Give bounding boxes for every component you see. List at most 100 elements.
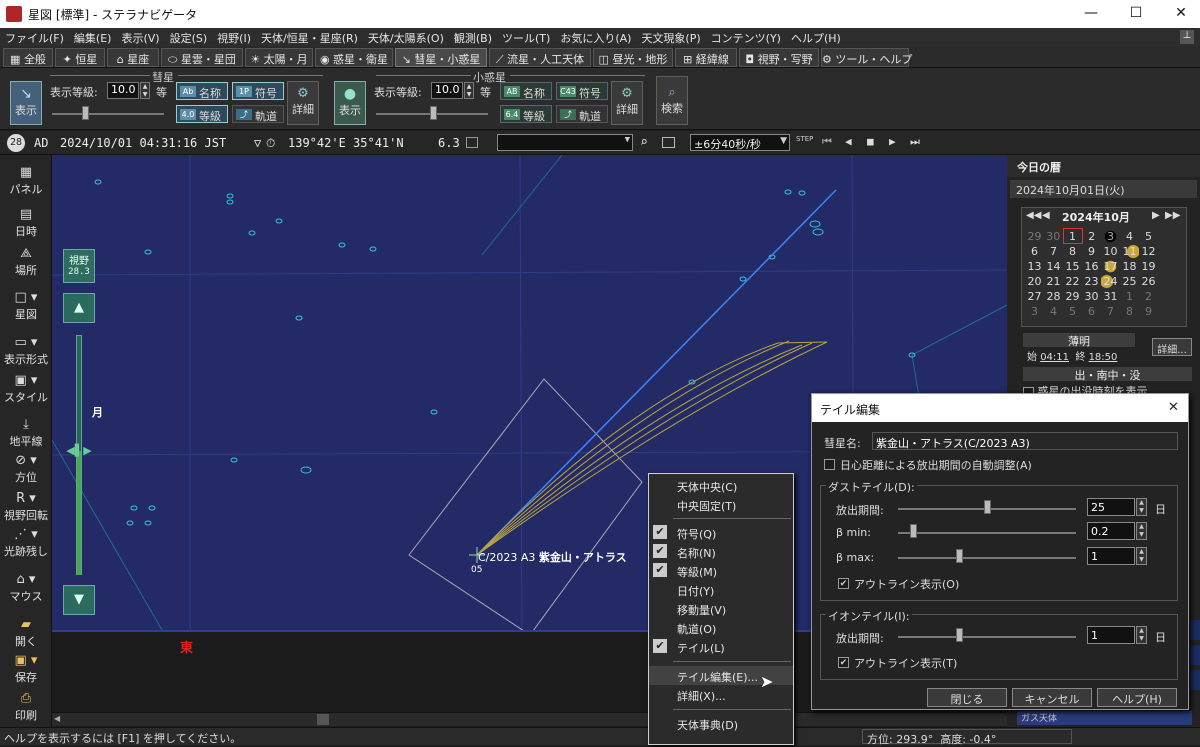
dialog-close-button[interactable]: 閉じる — [927, 688, 1007, 707]
dust-period-slider-thumb[interactable] — [984, 500, 991, 514]
comet-name-toggle[interactable]: Ab 名称 — [176, 82, 228, 100]
tab-stars[interactable]: ✦ 恒星 — [55, 48, 105, 67]
calendar-today[interactable]: 1 — [1062, 228, 1083, 244]
stop-button[interactable]: ■ — [867, 135, 874, 148]
pin-icon[interactable]: ⊥ — [1180, 30, 1194, 44]
step-icon[interactable]: STEP — [796, 135, 813, 143]
display-format-button[interactable]: ▭ ▾ 表示形式 — [0, 335, 52, 367]
beta-max-input[interactable]: 1 — [1087, 547, 1135, 565]
datetime-readout[interactable]: 2024/10/01 04:31:16 JST — [60, 136, 226, 150]
ion-outline-checkbox[interactable]: ✔ — [838, 657, 849, 668]
print-button[interactable]: ⎙ 印刷 — [0, 691, 52, 723]
dust-outline-label[interactable]: アウトライン表示(O) — [854, 576, 959, 592]
search-button[interactable]: ⌕ 検索 — [656, 76, 688, 125]
tab-meteors[interactable]: ⟋ 流星・人工天体 — [489, 48, 591, 67]
menu-solar[interactable]: 天体/太陽系(O) — [363, 28, 449, 46]
tab-planets[interactable]: ◉ 惑星・衛星 — [315, 48, 393, 67]
horizontal-scrollbar[interactable]: ◀ — [52, 712, 1007, 726]
play-forward-button[interactable]: ▶ — [889, 135, 896, 148]
menu-item-name[interactable]: ✔ 名称(N) — [649, 542, 793, 561]
menu-field[interactable]: 視野(I) — [212, 28, 256, 46]
comet-grade-toggle[interactable]: 4.0 等級 — [176, 105, 228, 123]
rotate-view-button[interactable]: R ▾ 視野回転 — [0, 491, 52, 523]
menu-item-tail[interactable]: ✔ テイル(L) — [649, 637, 793, 656]
search-icon[interactable]: ⌕ — [640, 135, 648, 150]
trail-button[interactable]: ⋰ ▾ 光跡残し — [0, 527, 52, 559]
menu-item-encyclopedia[interactable]: 天体事典(D) — [649, 714, 793, 733]
tab-comets[interactable]: ↘ 彗星・小惑星 — [395, 48, 487, 67]
direction-button[interactable]: ⊘ ▾ 方位 — [0, 453, 52, 485]
prev-year-button[interactable]: ◀◀ — [1026, 210, 1041, 221]
dialog-help-button[interactable]: ヘルプ(H) — [1097, 688, 1177, 707]
timezone-dropdown-icon[interactable]: ▽ — [254, 136, 261, 150]
mouse-button[interactable]: ⌂ ▾ マウス — [0, 572, 52, 604]
menu-item-date[interactable]: 日付(Y) — [649, 580, 793, 599]
tab-constellations[interactable]: ⌂ 星座 — [107, 48, 159, 67]
menu-file[interactable]: ファイル(F) — [0, 28, 69, 46]
save-button[interactable]: ▣ ▾ 保存 — [0, 653, 52, 685]
auto-adjust-checkbox[interactable] — [824, 459, 835, 470]
ion-period-slider-thumb[interactable] — [956, 628, 963, 642]
full-moon-icon[interactable]: 17 — [1101, 258, 1120, 274]
moon-label[interactable]: 月 — [92, 404, 103, 420]
dialog-cancel-button[interactable]: キャンセル — [1012, 688, 1092, 707]
maximize-button[interactable]: ☐ — [1121, 4, 1151, 24]
menu-tools[interactable]: ツール(T) — [497, 28, 555, 46]
comet-mag-slider[interactable] — [52, 113, 164, 115]
panel-button[interactable]: ▦ パネル — [0, 165, 52, 197]
list-icon[interactable] — [662, 137, 675, 148]
ion-outline-label[interactable]: アウトライン表示(T) — [854, 655, 957, 671]
ion-period-input[interactable]: 1 — [1087, 626, 1135, 644]
fast-forward-button[interactable]: ⏭ — [910, 135, 920, 149]
asteroid-name-toggle[interactable]: AB 名称 — [500, 82, 552, 100]
menu-favorites[interactable]: お気に入り(A) — [555, 28, 636, 46]
menu-item-magnitude[interactable]: ✔ 等級(M) — [649, 561, 793, 580]
menu-item-motion[interactable]: 移動量(V) — [649, 599, 793, 618]
last-quarter-icon[interactable]: 24 — [1101, 273, 1120, 289]
clock-icon[interactable]: ⏱ — [266, 136, 275, 151]
comet-label[interactable]: C/2023 A3 紫金山・アトラス — [478, 549, 627, 565]
ion-period-spinner[interactable]: ▲ ▼ — [1136, 626, 1147, 644]
scroll-left-icon[interactable]: ◀ — [54, 714, 60, 723]
asteroid-mag-spinner[interactable]: ▲ ▼ — [464, 82, 474, 99]
menu-observe[interactable]: 観測(B) — [449, 28, 497, 46]
menu-help[interactable]: ヘルプ(H) — [786, 28, 846, 46]
scroll-thumb[interactable] — [317, 714, 329, 725]
panel-cut-item[interactable]: ガス天体 — [1017, 711, 1192, 725]
keyboard-icon[interactable] — [466, 137, 478, 148]
menu-contents[interactable]: コンテンツ(Y) — [706, 28, 786, 46]
beta-min-spinner[interactable]: ▲ ▼ — [1136, 522, 1147, 540]
tab-nebulae[interactable]: ⬭ 星雲・星団 — [161, 48, 243, 67]
location-readout[interactable]: 139°42'E 35°41'N — [288, 136, 404, 150]
chart-button[interactable]: □ ▾ 星図 — [0, 290, 52, 322]
comet-mag-input[interactable]: 10.0 — [107, 82, 139, 99]
menu-phenomena[interactable]: 天文現象(P) — [636, 28, 705, 46]
next-year-button[interactable]: ▶▶ — [1165, 210, 1180, 221]
play-back-button[interactable]: ◀ — [845, 135, 852, 148]
beta-min-input[interactable]: 0.2 — [1087, 522, 1135, 540]
rewind-button[interactable]: ⏮ — [822, 135, 832, 149]
beta-min-slider[interactable] — [898, 532, 1076, 534]
open-button[interactable]: ▰ 開く — [0, 617, 52, 649]
tab-fov[interactable]: ◘ 視野・写野 — [739, 48, 819, 67]
dust-outline-checkbox[interactable]: ✔ — [838, 578, 849, 589]
menu-view[interactable]: 表示(V) — [116, 28, 164, 46]
comet-show-button[interactable]: ↘ 表示 — [10, 81, 42, 125]
minimize-button[interactable]: — — [1076, 4, 1106, 24]
tab-daylight[interactable]: ◫ 昼光・地形 — [593, 48, 673, 67]
asteroid-symbol-toggle[interactable]: C43 符号 — [556, 82, 608, 100]
tab-general[interactable]: ▦ 全般 — [3, 48, 53, 67]
menu-item-orbit[interactable]: 軌道(O) — [649, 618, 793, 637]
auto-adjust-label[interactable]: 日心距離による放出期間の自動調整(A) — [840, 457, 1032, 473]
menu-stars[interactable]: 天体/恒星・星座(R) — [256, 28, 363, 46]
almanac-date[interactable]: 2024年10月01日(火) — [1010, 180, 1197, 198]
asteroid-orbit-toggle[interactable]: ⤴ 軌道 — [556, 105, 608, 123]
prev-month-button[interactable]: ◀ — [1042, 210, 1050, 221]
style-button[interactable]: ▣ ▾ スタイル — [0, 373, 52, 405]
tab-grid[interactable]: ⊞ 経緯線 — [675, 48, 737, 67]
asteroid-show-button[interactable]: ● 表示 — [334, 81, 366, 125]
era-label[interactable]: AD — [34, 136, 48, 150]
comet-mag-slider-thumb[interactable] — [82, 106, 89, 120]
location-button[interactable]: ⟁ 場所 — [0, 246, 52, 278]
limit-mag-readout[interactable]: 6.3 — [438, 136, 460, 150]
